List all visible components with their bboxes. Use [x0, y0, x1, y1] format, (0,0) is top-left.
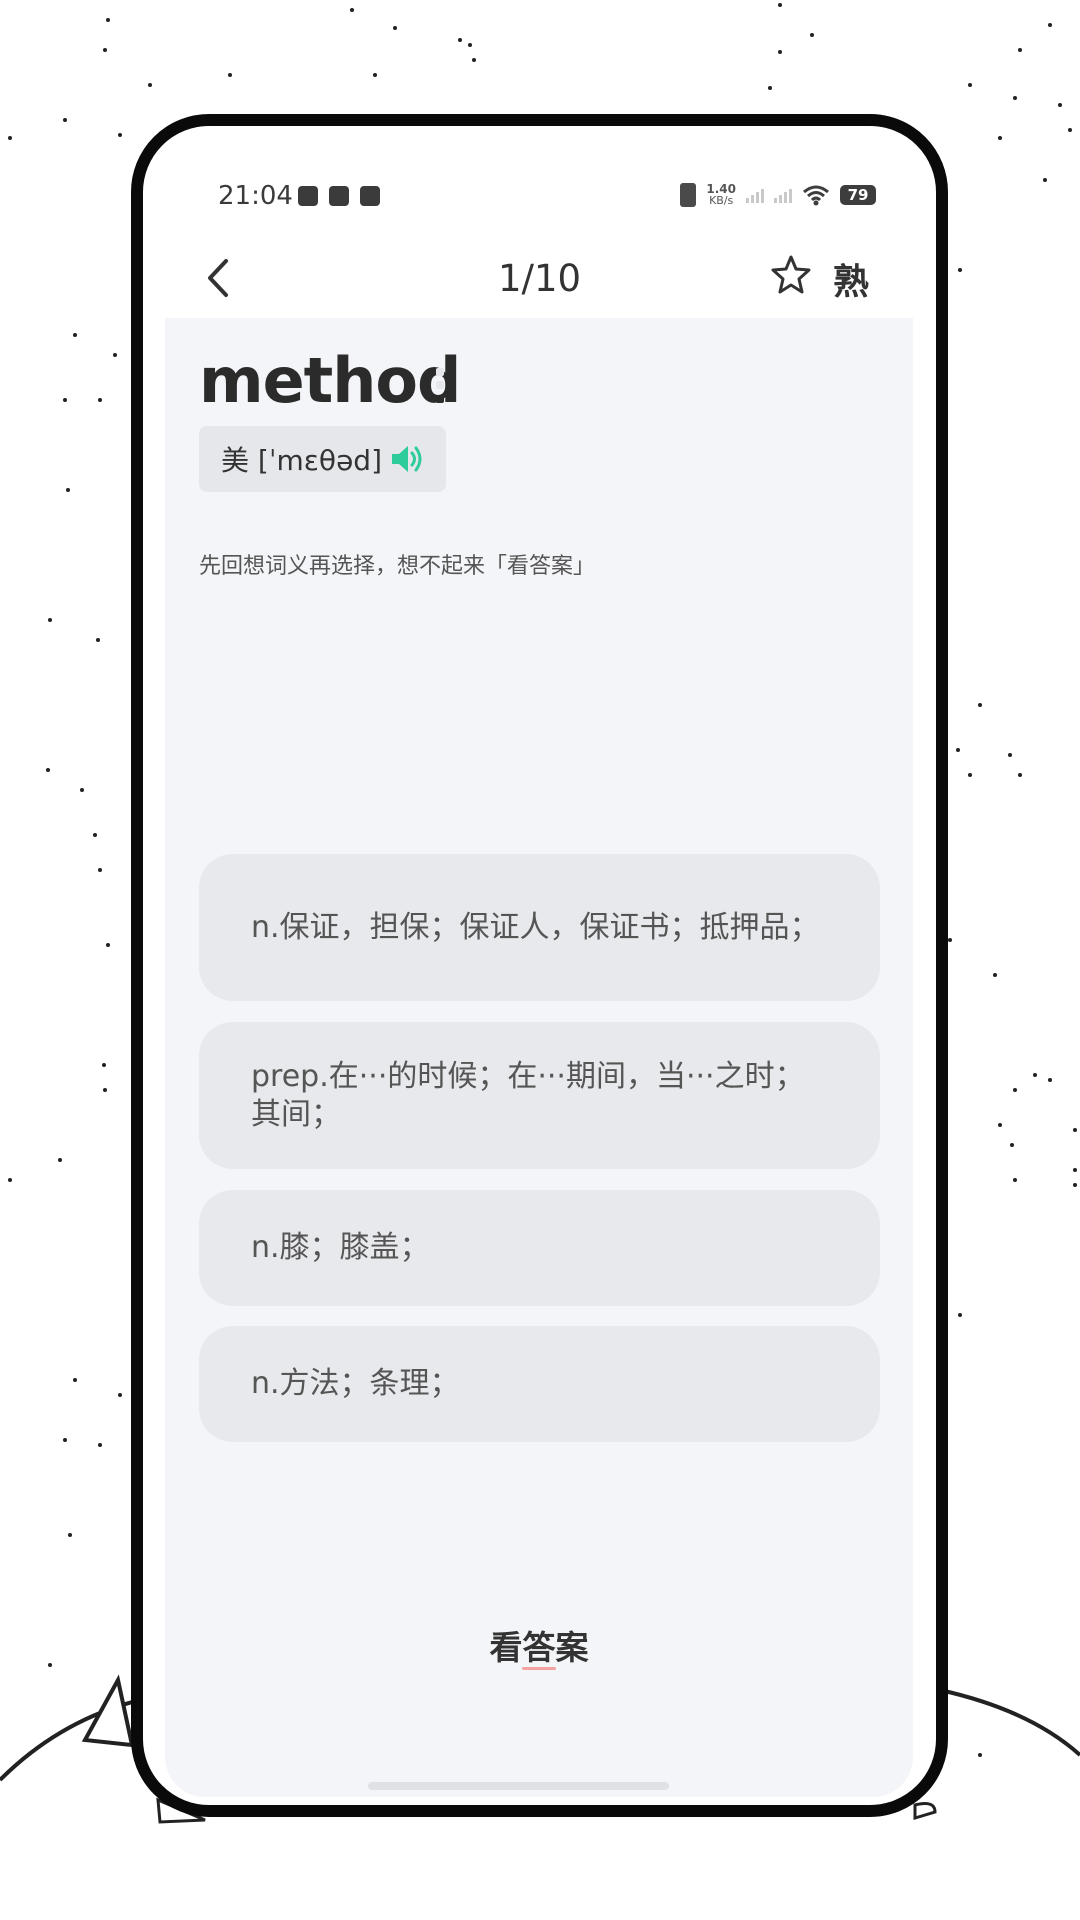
- vibrate-icon: [680, 183, 697, 207]
- notification-icon: [360, 186, 380, 206]
- option-label: n.方法；条理；: [251, 1366, 460, 1401]
- notification-icon: [298, 186, 318, 206]
- signal-icon: [774, 187, 792, 203]
- status-time: 21:04: [218, 181, 293, 211]
- progress-counter: 1/10: [497, 257, 582, 300]
- familiar-button[interactable]: 熟: [833, 253, 869, 305]
- status-bar: 21:04 1.40 KB/s 79: [143, 126, 936, 226]
- star-outline-icon[interactable]: [769, 253, 813, 297]
- show-answer-label: 看答案: [489, 1628, 589, 1667]
- word-card: method 美 [ˈmɛθəd] 先回想词义再选择，想不起来「看答案」 n.保…: [165, 318, 913, 1797]
- more-dots-icon: [436, 368, 444, 403]
- notification-icon: [329, 186, 349, 206]
- net-speed: 1.40 KB/s: [706, 182, 736, 207]
- option-label: prep.在···的时候；在···期间，当···之时；其间；: [251, 1058, 805, 1132]
- pronunciation-button[interactable]: 美 [ˈmɛθəd]: [199, 426, 446, 492]
- phonetic-text: 美 [ˈmɛθəd]: [221, 444, 382, 477]
- status-icons: 1.40 KB/s 79: [680, 180, 876, 210]
- option-card[interactable]: n.方法；条理；: [199, 1326, 880, 1442]
- option-card[interactable]: n.膝；膝盖；: [199, 1190, 880, 1306]
- battery-icon: 79: [840, 185, 876, 205]
- home-indicator[interactable]: [368, 1782, 669, 1790]
- option-card[interactable]: prep.在···的时候；在···期间，当···之时；其间；: [199, 1022, 880, 1169]
- phone-frame: 21:04 1.40 KB/s 79 1/10 熟 method 美 [ˈmɛθ…: [131, 114, 948, 1817]
- option-label: n.膝；膝盖；: [251, 1230, 430, 1265]
- top-nav: 1/10 熟: [143, 231, 936, 331]
- signal-icon: [746, 187, 764, 203]
- show-answer-button[interactable]: 看答案: [165, 1621, 913, 1670]
- wifi-icon: [803, 185, 829, 206]
- hint-text: 先回想词义再选择，想不起来「看答案」: [199, 554, 596, 579]
- option-card[interactable]: n.保证，担保；保证人，保证书；抵押品；: [199, 854, 880, 1001]
- speaker-icon: [392, 446, 422, 472]
- answer-underline: [522, 1667, 556, 1670]
- option-label: n.保证，担保；保证人，保证书；抵押品；: [251, 909, 820, 945]
- word-title: method: [199, 344, 461, 417]
